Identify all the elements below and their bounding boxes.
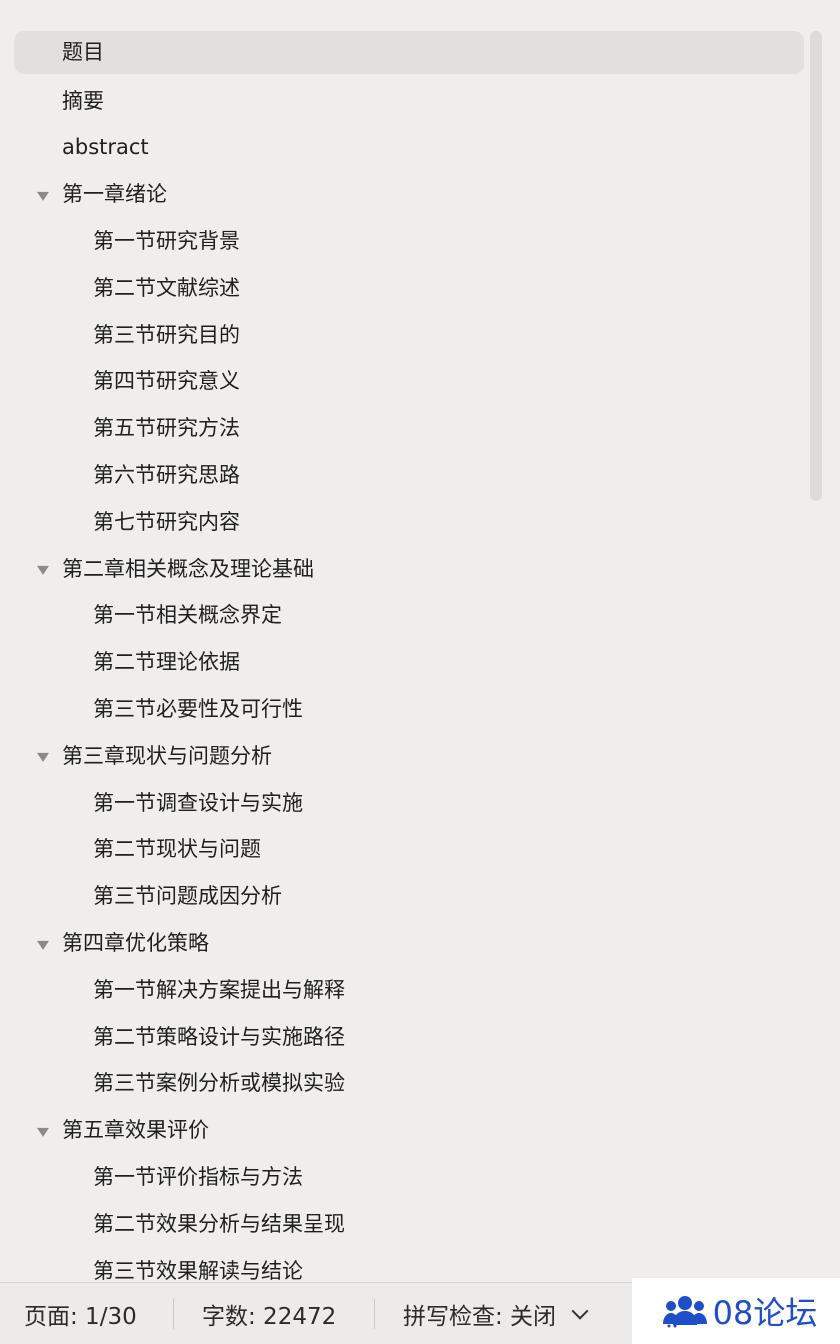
- outline-subheading-item[interactable]: 第二节理论依据: [14, 639, 804, 686]
- outline-subheading-item[interactable]: 第六节研究思路: [14, 452, 804, 499]
- outline-item-label: abstract: [62, 135, 149, 160]
- outline-subheading-item[interactable]: 第一节研究背景: [14, 218, 804, 265]
- outline-item-label: 第一节研究背景: [93, 229, 240, 254]
- outline-item-label: 第二节现状与问题: [93, 837, 261, 862]
- outline-item-label: 第三节必要性及可行性: [93, 697, 303, 722]
- spellcheck-dropdown[interactable]: 拼写检查: 关闭: [375, 1283, 634, 1344]
- outline-item-label: 第三节效果解读与结论: [93, 1258, 303, 1283]
- outline-window: 题目 摘要 abstract 第一章绪论 第一节研究背景 第二节文献综述 第三节研究目的 第四…: [0, 0, 840, 1344]
- word-count-label: 字数: 22472: [202, 1303, 337, 1330]
- outline-heading-item[interactable]: abstract: [14, 125, 804, 172]
- outline-item-label: 第一节评价指标与方法: [93, 1165, 303, 1190]
- outline-subheading-item[interactable]: 第一节解决方案提出与解释: [14, 967, 804, 1014]
- outline-item-label: 第三节案例分析或模拟实验: [93, 1071, 345, 1096]
- disclosure-triangle-icon[interactable]: [37, 1127, 49, 1137]
- watermark-text: 08论坛: [712, 1294, 818, 1332]
- outline-item-label: 第三章现状与问题分析: [62, 743, 272, 768]
- page-counter-label: 页面: 1/30: [24, 1303, 137, 1330]
- outline-subheading-item[interactable]: 第三节研究目的: [14, 312, 804, 359]
- outline-subheading-item[interactable]: 第一节调查设计与实施: [14, 780, 804, 827]
- outline-item-label: 第二节策略设计与实施路径: [93, 1024, 345, 1049]
- outline-subheading-item[interactable]: 第三节问题成因分析: [14, 873, 804, 920]
- disclosure-triangle-icon[interactable]: [37, 191, 49, 201]
- outline-item-label: 第三节研究目的: [93, 322, 240, 347]
- people-icon: [662, 1296, 707, 1328]
- outline-item-label: 第二节效果分析与结果呈现: [93, 1211, 345, 1236]
- outline-subheading-item[interactable]: 第五节研究方法: [14, 405, 804, 452]
- outline-subheading-item[interactable]: 第三节案例分析或模拟实验: [14, 1061, 804, 1108]
- outline-subheading-item[interactable]: 第二节文献综述: [14, 265, 804, 312]
- scrollbar-thumb[interactable]: [810, 31, 822, 501]
- outline-heading-item[interactable]: 第四章优化策略: [14, 920, 804, 967]
- outline-item-label: 第三节问题成因分析: [93, 884, 282, 909]
- outline-item-label: 第一节调查设计与实施: [93, 790, 303, 815]
- disclosure-triangle-icon[interactable]: [37, 753, 49, 763]
- outline-item-label: 第一节解决方案提出与解释: [93, 977, 345, 1002]
- outline-subheading-item[interactable]: 第二节现状与问题: [14, 827, 804, 874]
- outline-subheading-item[interactable]: 第一节相关概念界定: [14, 593, 804, 640]
- outline-item-label: 第一节相关概念界定: [93, 603, 282, 628]
- disclosure-triangle-icon[interactable]: [37, 940, 49, 950]
- outline-item-label: 第二节文献综述: [93, 275, 240, 300]
- outline-item-label: 第二节理论依据: [93, 650, 240, 675]
- outline-heading-item[interactable]: 第三章现状与问题分析: [14, 733, 804, 780]
- outline-list: 题目 摘要 abstract 第一章绪论 第一节研究背景 第二节文献综述 第三节研究目的 第四…: [14, 31, 804, 1284]
- outline-heading-item[interactable]: 第五章效果评价: [14, 1107, 804, 1154]
- outline-item-label: 第四节研究意义: [93, 369, 240, 394]
- spellcheck-label: 拼写检查: 关闭: [403, 1303, 557, 1330]
- outline-item-label: 第二章相关概念及理论基础: [62, 556, 314, 581]
- outline-heading-item[interactable]: 摘要: [14, 78, 804, 125]
- outline-item-label: 第七节研究内容: [93, 509, 240, 534]
- word-count: 字数: 22472: [174, 1283, 374, 1344]
- outline-subheading-item[interactable]: 第四节研究意义: [14, 359, 804, 406]
- disclosure-triangle-icon[interactable]: [37, 566, 49, 576]
- chevron-down-icon: [571, 1302, 589, 1320]
- outline-subheading-item[interactable]: 第三节必要性及可行性: [14, 686, 804, 733]
- outline-heading-item[interactable]: 第二章相关概念及理论基础: [14, 546, 804, 593]
- outline-subheading-item[interactable]: 第一节评价指标与方法: [14, 1154, 804, 1201]
- outline-heading-item[interactable]: 题目: [14, 31, 804, 74]
- watermark-logo: 08论坛: [632, 1278, 840, 1344]
- outline-item-label: 摘要: [62, 88, 104, 113]
- outline-subheading-item[interactable]: 第二节策略设计与实施路径: [14, 1014, 804, 1061]
- outline-scrollbar[interactable]: [810, 31, 822, 501]
- page-counter: 页面: 1/30: [0, 1283, 173, 1344]
- outline-subheading-item[interactable]: 第二节效果分析与结果呈现: [14, 1201, 804, 1248]
- outline-item-label: 题目: [62, 40, 104, 64]
- outline-panel: 题目 摘要 abstract 第一章绪论 第一节研究背景 第二节文献综述 第三节研究目的 第四…: [0, 0, 840, 1284]
- outline-item-label: 第五节研究方法: [93, 416, 240, 441]
- outline-subheading-item[interactable]: 第七节研究内容: [14, 499, 804, 546]
- outline-heading-item[interactable]: 第一章绪论: [14, 171, 804, 218]
- outline-item-label: 第六节研究思路: [93, 463, 240, 488]
